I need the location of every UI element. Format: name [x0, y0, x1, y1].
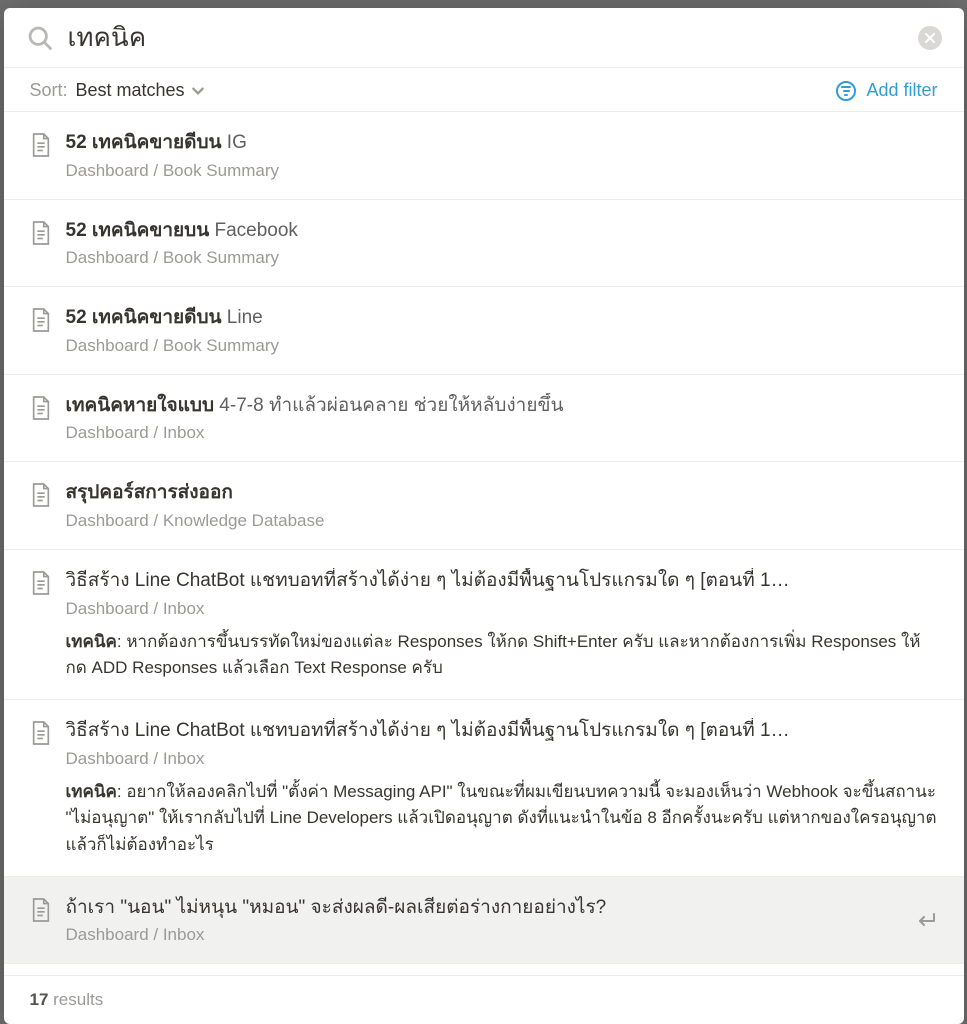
search-result[interactable]: เทคนิคหายใจแบบ 4-7-8 ทำแล้วผ่อนคลาย ช่วย… [4, 375, 964, 463]
result-body: ถ้าเรา "นอน" ไม่หนุน "หมอน" จะส่งผลดี-ผล… [66, 895, 904, 946]
page-icon [30, 482, 52, 508]
result-path: Dashboard / Knowledge Database [66, 511, 938, 531]
enter-icon [914, 908, 938, 932]
results-footer: 17 results [4, 975, 964, 1024]
result-path: Dashboard / Book Summary [66, 248, 938, 268]
result-path: Dashboard / Inbox [66, 423, 938, 443]
page-icon [30, 720, 52, 746]
result-body: 52 เทคนิคขายดีบน Line Dashboard / Book Su… [66, 305, 938, 356]
result-title: 52 เทคนิคขายดีบน Line [66, 305, 938, 332]
add-filter-button[interactable]: Add filter [836, 80, 937, 101]
result-path: Dashboard / Book Summary [66, 161, 938, 181]
results-count: 17 [30, 990, 49, 1009]
result-path: Dashboard / Inbox [66, 599, 938, 619]
result-path: Dashboard / Inbox [66, 925, 904, 945]
search-result[interactable]: ถ้าเรา "นอน" ไม่หนุน "หมอน" จะส่งผลดี-ผล… [4, 877, 964, 965]
search-input[interactable] [68, 22, 908, 53]
result-snippet: เทคนิค: หากต้องการขึ้นบรรทัดใหม่ของแต่ละ… [66, 629, 938, 682]
result-body: 52 เทคนิคขายบน Facebook Dashboard / Book … [66, 218, 938, 269]
result-title: เทคนิคหายใจแบบ 4-7-8 ทำแล้วผ่อนคลาย ช่วย… [66, 393, 938, 420]
result-body: 52 เทคนิคขายดีบน IG Dashboard / Book Summ… [66, 130, 938, 181]
clear-search-button[interactable] [918, 26, 942, 50]
chevron-down-icon [191, 84, 205, 98]
page-icon [30, 897, 52, 923]
search-result[interactable]: 52 เทคนิคขายบน Facebook Dashboard / Book … [4, 200, 964, 288]
result-body: วิธีสร้าง Line ChatBot แชทบอทที่สร้างได้… [66, 568, 938, 681]
result-path: Dashboard / Book Summary [66, 336, 938, 356]
page-icon [30, 395, 52, 421]
sort-value-text: Best matches [76, 80, 185, 101]
result-body: วิธีสร้าง Line ChatBot แชทบอทที่สร้างได้… [66, 718, 938, 858]
filter-icon [836, 81, 856, 101]
page-icon [30, 307, 52, 333]
result-title: 52 เทคนิคขายดีบน IG [66, 130, 938, 157]
search-result[interactable]: วิธีสร้าง Line ChatBot แชทบอทที่สร้างได้… [4, 550, 964, 700]
search-result[interactable]: สรุปคอร์สการส่งออก Dashboard / Knowledge … [4, 462, 964, 550]
page-icon [30, 132, 52, 158]
result-title: วิธีสร้าง Line ChatBot แชทบอทที่สร้างได้… [66, 718, 938, 745]
page-icon [30, 220, 52, 246]
result-title: สรุปคอร์สการส่งออก [66, 480, 938, 507]
sort-dropdown[interactable]: Best matches [76, 80, 205, 101]
result-title: ถ้าเรา "นอน" ไม่หนุน "หมอน" จะส่งผลดี-ผล… [66, 895, 904, 922]
result-title: 52 เทคนิคขายบน Facebook [66, 218, 938, 245]
search-modal: Sort: Best matches Add filter 52 เทคนิคข… [4, 8, 964, 1024]
search-icon [26, 24, 54, 52]
result-title: วิธีสร้าง Line ChatBot แชทบอทที่สร้างได้… [66, 568, 938, 595]
result-path: Dashboard / Inbox [66, 749, 938, 769]
controls-row: Sort: Best matches Add filter [4, 68, 964, 112]
search-result[interactable]: วิธีสร้าง Line ChatBot แชทบอทที่สร้างได้… [4, 700, 964, 877]
search-result[interactable]: 52 เทคนิคขายดีบน IG Dashboard / Book Summ… [4, 112, 964, 200]
results-list: 52 เทคนิคขายดีบน IG Dashboard / Book Summ… [4, 112, 964, 975]
close-icon [925, 33, 935, 43]
page-icon [30, 570, 52, 596]
result-body: สรุปคอร์สการส่งออก Dashboard / Knowledge … [66, 480, 938, 531]
search-bar [4, 8, 964, 68]
result-snippet: เทคนิค: อยากให้ลองคลิกไปที่ "ตั้งค่า Mes… [66, 779, 938, 858]
results-label: results [48, 990, 103, 1009]
sort-label: Sort: [30, 80, 68, 101]
add-filter-label: Add filter [866, 80, 937, 101]
search-result[interactable]: 52 เทคนิคขายดีบน Line Dashboard / Book Su… [4, 287, 964, 375]
result-body: เทคนิคหายใจแบบ 4-7-8 ทำแล้วผ่อนคลาย ช่วย… [66, 393, 938, 444]
